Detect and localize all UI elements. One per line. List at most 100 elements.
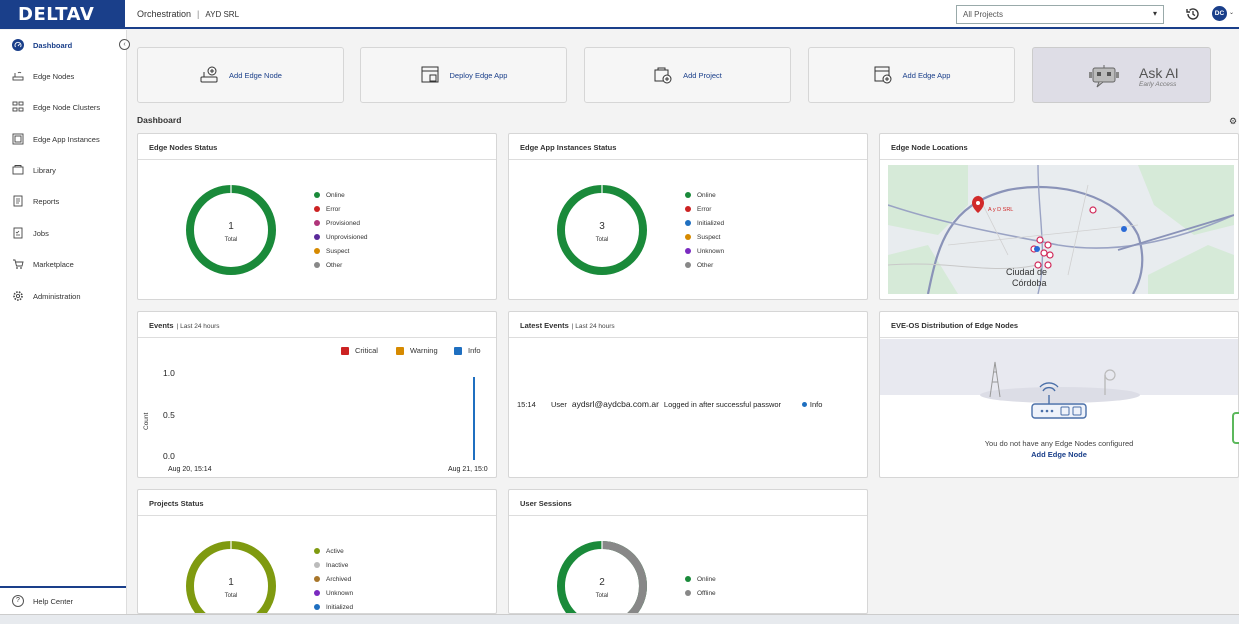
edge-node-illustration: [980, 361, 1140, 419]
deltav-logo[interactable]: DELTAV: [0, 0, 125, 29]
legend-item-unknown[interactable]: Unknown: [685, 244, 724, 258]
sidebar-item-label: Library: [33, 165, 56, 175]
panel-subtitle: | Last 24 hours: [571, 323, 615, 330]
user-sessions-donut[interactable]: 2 Total: [555, 539, 649, 614]
edge-node-locations-panel: Edge Node Locations A y D SRL Ciudad de …: [879, 133, 1239, 300]
panel-subtitle: | Last 24 hours: [176, 323, 220, 330]
legend-item-provisioned[interactable]: Provisioned: [314, 216, 368, 230]
breadcrumb-separator: |: [197, 9, 200, 19]
breadcrumb-org: AYD SRL: [205, 10, 240, 19]
ask-ai-title: Ask AI: [1139, 65, 1179, 81]
projects-donut[interactable]: 1 Total: [184, 539, 278, 614]
panel-title: Edge Nodes Status: [138, 134, 496, 160]
sidebar-item-label: Marketplace: [33, 259, 74, 269]
legend-item-initialized[interactable]: Initialized: [314, 600, 353, 613]
donut-total-label: Total: [596, 593, 609, 599]
os-taskbar: [0, 614, 1239, 624]
legend-item-other[interactable]: Other: [685, 258, 724, 272]
cluster-icon: [12, 101, 24, 113]
avatar[interactable]: DC: [1212, 6, 1227, 21]
jobs-icon: [12, 227, 24, 239]
library-icon: [12, 164, 24, 176]
sidebar-item-jobs[interactable]: Jobs: [0, 222, 126, 244]
sidebar-item-edge-app-instances[interactable]: Edge App Instances: [0, 128, 126, 150]
legend-item-active[interactable]: Active: [314, 544, 353, 558]
panel-title: Projects Status: [138, 490, 496, 516]
add-edge-node-link[interactable]: Add Edge Node: [880, 450, 1238, 459]
sidebar-item-dashboard[interactable]: Dashboard: [0, 34, 126, 56]
legend-item-online[interactable]: Online: [314, 188, 368, 202]
add-project-icon: [654, 67, 672, 84]
legend-item-initialized[interactable]: Initialized: [685, 216, 724, 230]
sidebar-item-label: Administration: [33, 291, 81, 301]
sidebar-item-label: Reports: [33, 196, 60, 206]
panel-title: Events | Last 24 hours: [138, 312, 496, 338]
sidebar-item-library[interactable]: Library: [0, 159, 126, 181]
legend-item-error[interactable]: Error: [685, 202, 724, 216]
donut-total-label: Total: [225, 593, 238, 599]
dashboard-icon: [12, 39, 24, 51]
deploy-edge-app-button[interactable]: Deploy Edge App: [360, 47, 567, 103]
legend-item-unprovisioned[interactable]: Unprovisioned: [314, 230, 368, 244]
add-edge-app-button[interactable]: Add Edge App: [808, 47, 1015, 103]
legend: Online Offline: [685, 572, 716, 600]
project-select[interactable]: All Projects ▾: [956, 5, 1164, 24]
marketplace-icon: [12, 258, 24, 270]
feedback-tab[interactable]: [1232, 412, 1239, 444]
user-sessions-panel: User Sessions 2 Total Online Offline: [508, 489, 868, 614]
map[interactable]: A y D SRL Ciudad de Córdoba: [888, 165, 1234, 294]
add-edge-node-button[interactable]: Add Edge Node: [137, 47, 344, 103]
event-time: 15:14: [517, 399, 536, 409]
y-axis-label: Count: [143, 412, 150, 430]
event-severity: Info: [809, 399, 823, 409]
add-project-button[interactable]: Add Project: [584, 47, 791, 103]
legend-item-offline[interactable]: Offline: [685, 586, 716, 600]
sidebar-item-reports[interactable]: Reports: [0, 190, 126, 212]
legend-item-error[interactable]: Error: [314, 202, 368, 216]
chevron-down-icon: ▾: [1152, 9, 1157, 18]
ask-ai-button[interactable]: Ask AI Early Access: [1032, 47, 1211, 103]
legend-item-inactive[interactable]: Inactive: [314, 558, 353, 572]
sidebar-item-marketplace[interactable]: Marketplace: [0, 253, 126, 275]
event-row[interactable]: 15:14 User aydsrl@aydcba.com.ar Logged i…: [517, 399, 857, 409]
add-edge-node-icon: [200, 66, 218, 83]
donut-total: 2: [599, 577, 605, 588]
panel-title: Latest Events | Last 24 hours: [509, 312, 867, 338]
panel-title: User Sessions: [509, 490, 867, 516]
info-dot-icon: [801, 401, 807, 407]
legend-item-online[interactable]: Online: [685, 188, 724, 202]
breadcrumb: Orchestration | AYD SRL: [137, 9, 239, 19]
sidebar-item-label: Edge App Instances: [33, 134, 100, 144]
deploy-app-icon: [421, 66, 439, 83]
legend-item-unknown[interactable]: Unknown: [314, 586, 353, 600]
page-title: Dashboard: [137, 115, 182, 125]
donut-total: 1: [228, 221, 234, 232]
history-icon[interactable]: [1184, 5, 1202, 23]
x-tick: Aug 20, 15:14: [168, 466, 212, 473]
sidebar: ‹ Dashboard Edge Nodes Edge Node Cluster…: [0, 30, 130, 614]
event-message: Logged in after successful passwor: [663, 399, 782, 409]
customize-icon[interactable]: ⚙: [1229, 116, 1237, 127]
legend-item-suspect[interactable]: Suspect: [685, 230, 724, 244]
x-tick: Aug 21, 15:0: [448, 466, 488, 473]
sidebar-item-edge-nodes[interactable]: Edge Nodes: [0, 65, 126, 87]
legend-item-archived[interactable]: Archived: [314, 572, 353, 586]
events-chart[interactable]: Count 1.0 0.5 0.0 Aug 20, 15:14 Aug 21, …: [138, 352, 496, 477]
y-tick: 0.5: [163, 410, 175, 420]
breadcrumb-section[interactable]: Orchestration: [137, 9, 191, 19]
edge-nodes-donut[interactable]: 1 Total: [184, 183, 278, 277]
edge-app-donut[interactable]: 3 Total: [555, 183, 649, 277]
legend-item-online[interactable]: Online: [685, 572, 716, 586]
donut-total-label: Total: [596, 237, 609, 243]
legend-item-suspect[interactable]: Suspect: [314, 244, 368, 258]
event-user-label: User: [551, 399, 567, 409]
help-center-link[interactable]: ? Help Center: [0, 586, 126, 614]
panel-title: EVE-OS Distribution of Edge Nodes: [880, 312, 1238, 338]
sidebar-item-label: Edge Node Clusters: [33, 102, 101, 112]
sidebar-item-administration[interactable]: Administration: [0, 285, 126, 307]
edge-node-icon: [12, 70, 24, 82]
latest-events-panel: Latest Events | Last 24 hours 15:14 User …: [508, 311, 868, 478]
sidebar-item-edge-node-clusters[interactable]: Edge Node Clusters: [0, 96, 126, 118]
chevron-down-icon[interactable]: ⌄: [1229, 9, 1234, 16]
legend-item-other[interactable]: Other: [314, 258, 368, 272]
